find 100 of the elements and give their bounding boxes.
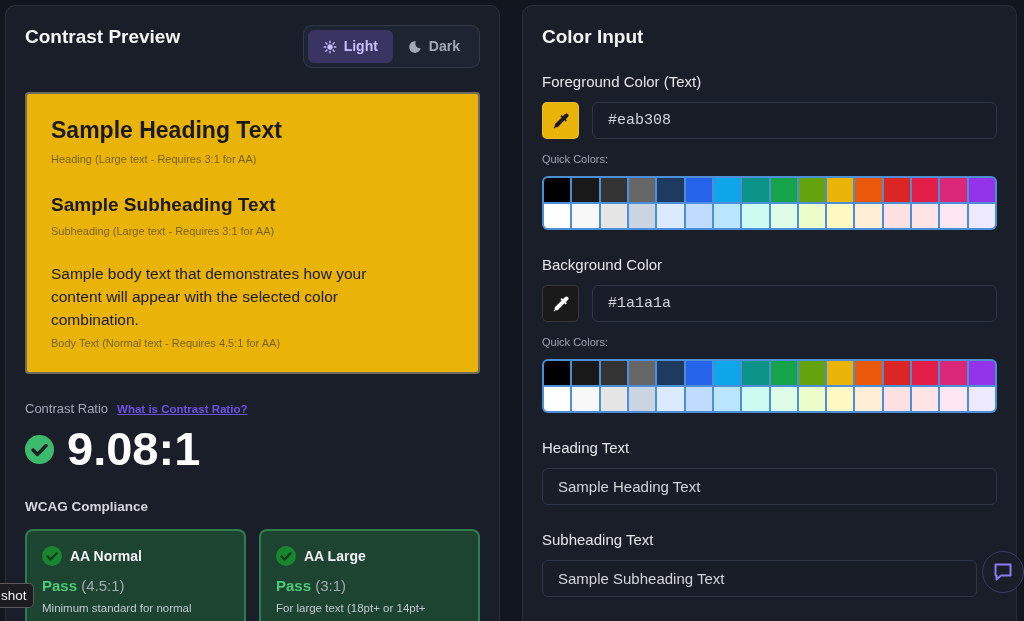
color-swatch-icon[interactable] — [600, 204, 627, 228]
color-swatch-icon[interactable] — [628, 361, 656, 385]
color-swatch-icon[interactable] — [685, 178, 712, 202]
hex-input[interactable]: #eab308 — [592, 102, 997, 139]
color-swatch-icon[interactable] — [968, 387, 995, 411]
color-swatch-icon[interactable] — [628, 387, 656, 411]
color-swatch-icon[interactable] — [770, 361, 797, 385]
color-swatch-icon[interactable] — [544, 387, 571, 411]
color-swatch-icon[interactable] — [742, 204, 769, 228]
color-swatch-icon[interactable] — [827, 204, 854, 228]
color-swatch-icon[interactable] — [685, 204, 712, 228]
color-swatch-icon[interactable] — [742, 387, 769, 411]
color-swatch-icon[interactable] — [855, 361, 882, 385]
color-swatch-icon[interactable] — [657, 361, 684, 385]
color-swatch-icon[interactable] — [770, 178, 797, 202]
color-swatch-icon[interactable] — [713, 361, 741, 385]
color-swatch-icon[interactable] — [855, 387, 882, 411]
color-swatch-icon[interactable] — [685, 387, 712, 411]
color-swatch-icon[interactable] — [544, 204, 571, 228]
color-swatch-icon[interactable] — [544, 361, 571, 385]
compliance-title: AA Normal — [70, 547, 142, 566]
color-swatch-icon[interactable] — [742, 178, 769, 202]
compliance-title: AA Large — [304, 547, 366, 566]
color-swatch-icon[interactable] — [855, 178, 882, 202]
heading-note: Heading (Large text - Requires 3:1 for AA) — [51, 152, 257, 166]
color-swatch-icon[interactable] — [600, 178, 627, 202]
color-swatch-icon[interactable] — [912, 387, 939, 411]
quick-colors-label: Quick Colors: — [542, 152, 609, 166]
field-label: Subheading Text — [542, 530, 654, 550]
color-swatch-icon[interactable] — [912, 204, 939, 228]
theme-tab[interactable]: Dark — [392, 30, 475, 63]
field-label: Foreground Color (Text) — [542, 72, 702, 92]
field-label: Background Color — [542, 255, 663, 275]
color-swatch-icon[interactable] — [600, 361, 627, 385]
color-swatch-icon[interactable] — [770, 204, 797, 228]
quick-colors-label: Quick Colors: — [542, 335, 609, 349]
moon-icon — [407, 39, 422, 54]
color-swatch-icon[interactable] — [968, 361, 995, 385]
color-swatch-icon[interactable] — [713, 178, 741, 202]
color-swatch-icon[interactable] — [572, 361, 599, 385]
sample-body-text: Sample body text that demonstrates how your content will appear with the selected color combination. — [51, 264, 368, 330]
color-swatch-icon[interactable] — [912, 361, 939, 385]
color-swatch-icon[interactable] — [600, 387, 627, 411]
color-swatch-icon[interactable] — [572, 204, 599, 228]
color-swatch-icon[interactable] — [827, 178, 854, 202]
color-swatch-icon[interactable] — [827, 361, 854, 385]
color-swatch-icon[interactable] — [798, 361, 826, 385]
eyedropper-icon — [552, 112, 569, 129]
color-swatch-icon[interactable] — [657, 204, 684, 228]
color-swatch-icon[interactable] — [855, 204, 882, 228]
color-swatch-icon[interactable] — [827, 387, 854, 411]
color-swatch-icon[interactable] — [657, 178, 684, 202]
panel-title: Contrast Preview — [25, 25, 181, 49]
tooltip: shot — [0, 583, 34, 608]
compliance-description: Minimum standard for normal — [42, 601, 192, 617]
color-swatch-icon[interactable] — [883, 387, 911, 411]
color-swatch-icon[interactable] — [883, 361, 911, 385]
color-swatch-icon[interactable] — [940, 178, 967, 202]
color-swatch-icon[interactable] — [883, 178, 911, 202]
color-swatch-icon[interactable] — [940, 387, 967, 411]
color-swatch-icon[interactable] — [798, 387, 826, 411]
color-swatch-icon[interactable] — [798, 178, 826, 202]
compliance-description: For large text (18pt+ or 14pt+ — [276, 601, 426, 617]
hex-input[interactable]: #1a1a1a — [592, 285, 997, 322]
compliance-result: Pass (3:1) — [276, 576, 347, 597]
contrast-ratio: 9.08:1 — [67, 424, 202, 475]
color-swatch-icon[interactable] — [940, 361, 967, 385]
color-swatch-icon[interactable] — [713, 387, 741, 411]
body-note: Body Text (Normal text - Requires 4.5:1 for AA) — [51, 336, 281, 350]
color-swatch-icon[interactable] — [912, 178, 939, 202]
color-swatch-icon[interactable] — [572, 178, 599, 202]
check-icon — [276, 546, 296, 567]
color-picker-button[interactable] — [542, 102, 579, 139]
color-swatch-icon[interactable] — [742, 361, 769, 385]
chat-icon — [993, 562, 1013, 582]
sun-icon — [322, 39, 337, 54]
contrast-label: Contrast Ratio — [25, 401, 109, 417]
text-input[interactable]: Sample Subheading Text — [542, 560, 977, 597]
color-swatch-icon[interactable] — [657, 387, 684, 411]
theme-tab[interactable]: Light — [307, 30, 393, 63]
color-swatch-icon[interactable] — [713, 204, 741, 228]
color-swatch-icon[interactable] — [770, 387, 797, 411]
color-swatch-icon[interactable] — [883, 204, 911, 228]
color-picker-button[interactable] — [542, 285, 579, 322]
subheading-note: Subheading (Large text - Requires 3:1 for AA) — [51, 224, 275, 238]
sample-heading: Sample Heading Text — [51, 116, 282, 144]
field-label: Heading Text — [542, 438, 630, 458]
color-swatch-icon[interactable] — [628, 204, 656, 228]
section-heading: WCAG Compliance — [25, 499, 148, 516]
color-swatch-icon[interactable] — [628, 178, 656, 202]
color-swatch-icon[interactable] — [968, 178, 995, 202]
color-swatch-icon[interactable] — [544, 178, 571, 202]
color-swatch-icon[interactable] — [798, 204, 826, 228]
panel-title: Color Input — [542, 25, 644, 49]
color-swatch-icon[interactable] — [572, 387, 599, 411]
color-swatch-icon[interactable] — [968, 204, 995, 228]
eyedropper-icon — [552, 295, 569, 312]
text-input[interactable]: Sample Heading Text — [542, 468, 997, 505]
color-swatch-icon[interactable] — [685, 361, 712, 385]
color-swatch-icon[interactable] — [940, 204, 967, 228]
